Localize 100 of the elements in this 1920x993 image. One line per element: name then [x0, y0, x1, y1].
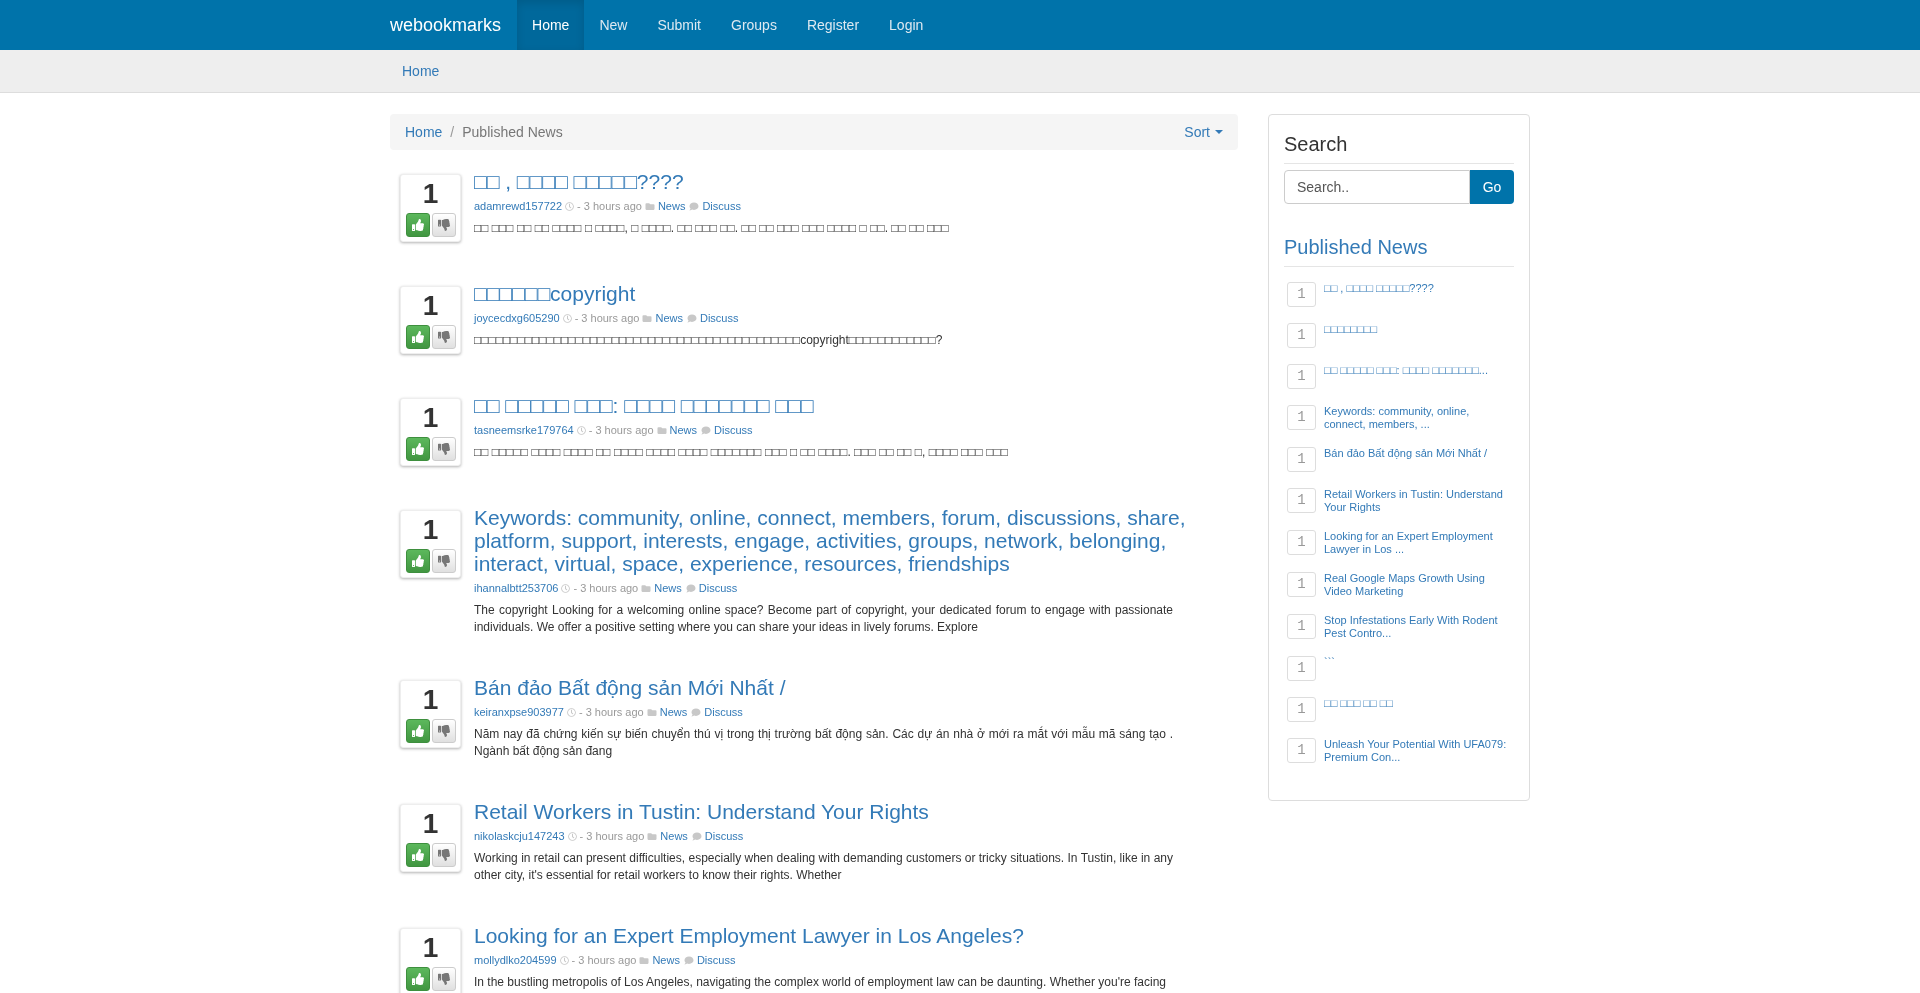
- post-title[interactable]: Retail Workers in Tustin: Understand Your Rights: [474, 800, 1214, 823]
- comment-icon: [683, 955, 694, 965]
- thumbs-down-icon: [437, 555, 450, 567]
- discuss-link[interactable]: Discuss: [698, 581, 738, 595]
- upvote-button[interactable]: [405, 325, 430, 349]
- downvote-button[interactable]: [431, 437, 456, 461]
- post-title[interactable]: □□ , □□□□ □□□□□????: [474, 170, 1214, 193]
- discuss-link[interactable]: Discuss: [696, 953, 736, 967]
- upvote-button[interactable]: [405, 213, 430, 237]
- discuss-link[interactable]: Discuss: [699, 311, 739, 325]
- home-link[interactable]: Home: [402, 60, 440, 82]
- folder-icon: [644, 201, 655, 211]
- news-link[interactable]: ```: [1324, 656, 1511, 681]
- upvote-button[interactable]: [405, 843, 430, 867]
- downvote-button[interactable]: [431, 325, 456, 349]
- downvote-button[interactable]: [431, 549, 456, 573]
- news-link[interactable]: Real Google Maps Growth Using Video Marketing: [1324, 572, 1511, 598]
- post-title[interactable]: □□□□□□copyright: [474, 282, 1214, 305]
- news-link[interactable]: Retail Workers in Tustin: Understand Your Rights: [1324, 488, 1511, 514]
- vote-count: 1: [422, 402, 439, 434]
- thumbs-down-icon: [437, 725, 450, 737]
- count-badge: 1: [1287, 656, 1316, 681]
- count-badge: 1: [1287, 738, 1316, 763]
- category-link[interactable]: News: [657, 199, 686, 213]
- post-time: - 3 hours ago: [578, 705, 644, 719]
- nav-link[interactable]: Register: [791, 0, 875, 50]
- breadcrumb-current-page: Published News: [462, 122, 563, 142]
- news-link[interactable]: □□ , □□□□ □□□□□????: [1324, 282, 1511, 307]
- thumbs-up-icon: [411, 973, 424, 985]
- post-title[interactable]: Looking for an Expert Employment Lawyer in Los Angeles?: [474, 924, 1214, 947]
- clock-icon: [562, 313, 572, 323]
- category-link[interactable]: News: [660, 829, 688, 843]
- comment-icon: [689, 201, 700, 211]
- count-badge: 1: [1287, 282, 1316, 307]
- comment-icon: [685, 583, 696, 593]
- post-excerpt: □□□□□□□□□□□□□□□□□□□□□□□□□□□□□□□□□□□□□□□□□□□□□copyright□□□□□□□□□□□□?: [474, 332, 944, 349]
- discuss-link[interactable]: Discuss: [704, 705, 743, 719]
- go-button[interactable]: Go: [1470, 170, 1514, 204]
- breadcrumb-link[interactable]: Home: [405, 121, 443, 143]
- comment-icon: [691, 707, 702, 717]
- nav-link[interactable]: Home: [517, 0, 585, 50]
- category-link[interactable]: News: [669, 423, 698, 437]
- news-link[interactable]: Looking for an Expert Employment Lawyer in Los ...: [1324, 530, 1511, 556]
- downvote-button[interactable]: [431, 719, 456, 743]
- breadcrumb-separator: /: [449, 122, 456, 142]
- upvote-button[interactable]: [405, 437, 430, 461]
- upvote-button[interactable]: [405, 719, 430, 743]
- news-link[interactable]: □□ □□□□□ □□□: □□□□ □□□□□□□...: [1324, 364, 1511, 389]
- nav-link[interactable]: New: [584, 0, 643, 50]
- thumbs-down-icon: [437, 443, 450, 455]
- discuss-link[interactable]: Discuss: [704, 829, 744, 843]
- news-link[interactable]: □□□□□□□□: [1324, 323, 1511, 348]
- post-excerpt: The copyright Looking for a welcoming online space? Become part of copyright, your dedicated forum to engage with passionate individuals. We offer a positive setting where you can share your ideas in lively forums. Explore: [474, 602, 1173, 636]
- folder-icon: [639, 955, 650, 965]
- thumbs-down-icon: [437, 219, 450, 231]
- nav-link[interactable]: Login: [874, 0, 939, 50]
- category-link[interactable]: News: [655, 311, 683, 325]
- post-time: - 3 hours ago: [588, 423, 654, 437]
- news-link[interactable]: Keywords: community, online, connect, members, ...: [1324, 405, 1511, 431]
- brand-link[interactable]: webookmarks: [390, 0, 518, 50]
- nav-link[interactable]: Groups: [716, 0, 792, 50]
- thumbs-up-icon: [411, 219, 424, 231]
- news-link[interactable]: □□ □□□ □□ □□: [1324, 697, 1511, 722]
- author-link[interactable]: ihannalbtt253706: [474, 581, 559, 595]
- search-field[interactable]: Search..: [1284, 170, 1470, 204]
- category-link[interactable]: News: [654, 581, 682, 595]
- news-link[interactable]: Bán đảo Bất động sản Mới Nhất /: [1324, 447, 1511, 472]
- author-link[interactable]: mollydlko204599: [474, 953, 557, 967]
- upvote-button[interactable]: [405, 967, 430, 991]
- thumbs-up-icon: [411, 443, 424, 455]
- folder-icon: [646, 707, 657, 717]
- author-link[interactable]: adamrewd157722: [474, 199, 563, 213]
- thumbs-down-icon: [437, 331, 450, 343]
- folder-icon: [641, 583, 652, 593]
- folder-icon: [647, 831, 658, 841]
- clock-icon: [565, 201, 575, 211]
- category-link[interactable]: News: [652, 953, 680, 967]
- downvote-button[interactable]: [431, 843, 456, 867]
- upvote-button[interactable]: [405, 549, 430, 573]
- post-title[interactable]: Bán đảo Bất động sản Mới Nhất /: [474, 676, 1214, 699]
- author-link[interactable]: tasneemsrke179764: [474, 423, 574, 437]
- news-link[interactable]: Unleash Your Potential With UFA079: Premium Con...: [1324, 738, 1511, 764]
- downvote-button[interactable]: [431, 213, 456, 237]
- downvote-button[interactable]: [431, 967, 456, 991]
- discuss-link[interactable]: Discuss: [714, 423, 753, 437]
- author-link[interactable]: nikolaskcju147243: [474, 829, 565, 843]
- discuss-link[interactable]: Discuss: [702, 199, 741, 213]
- count-badge: 1: [1287, 323, 1316, 348]
- clock-icon: [559, 955, 569, 965]
- count-badge: 1: [1287, 447, 1316, 472]
- post-title[interactable]: □□ □□□□□ □□□: □□□□ □□□□□□□ □□□: [474, 394, 1214, 417]
- sort-dropdown[interactable]: Sort: [1184, 121, 1223, 143]
- news-link[interactable]: Stop Infestations Early With Rodent Pest Contro...: [1324, 614, 1511, 640]
- post-title[interactable]: Keywords: community, online, connect, members, forum, discussions, share, platform, support, interests, engage, activities, groups, network, belonging, interact, virtual, space, experience, resources, friendships: [474, 506, 1214, 575]
- author-link[interactable]: joycecdxg605290: [474, 311, 560, 325]
- post-time: - 3 hours ago: [571, 953, 637, 967]
- comment-icon: [691, 831, 702, 841]
- nav-link[interactable]: Submit: [642, 0, 716, 50]
- author-link[interactable]: keiranxpse903977: [474, 705, 564, 719]
- category-link[interactable]: News: [659, 705, 688, 719]
